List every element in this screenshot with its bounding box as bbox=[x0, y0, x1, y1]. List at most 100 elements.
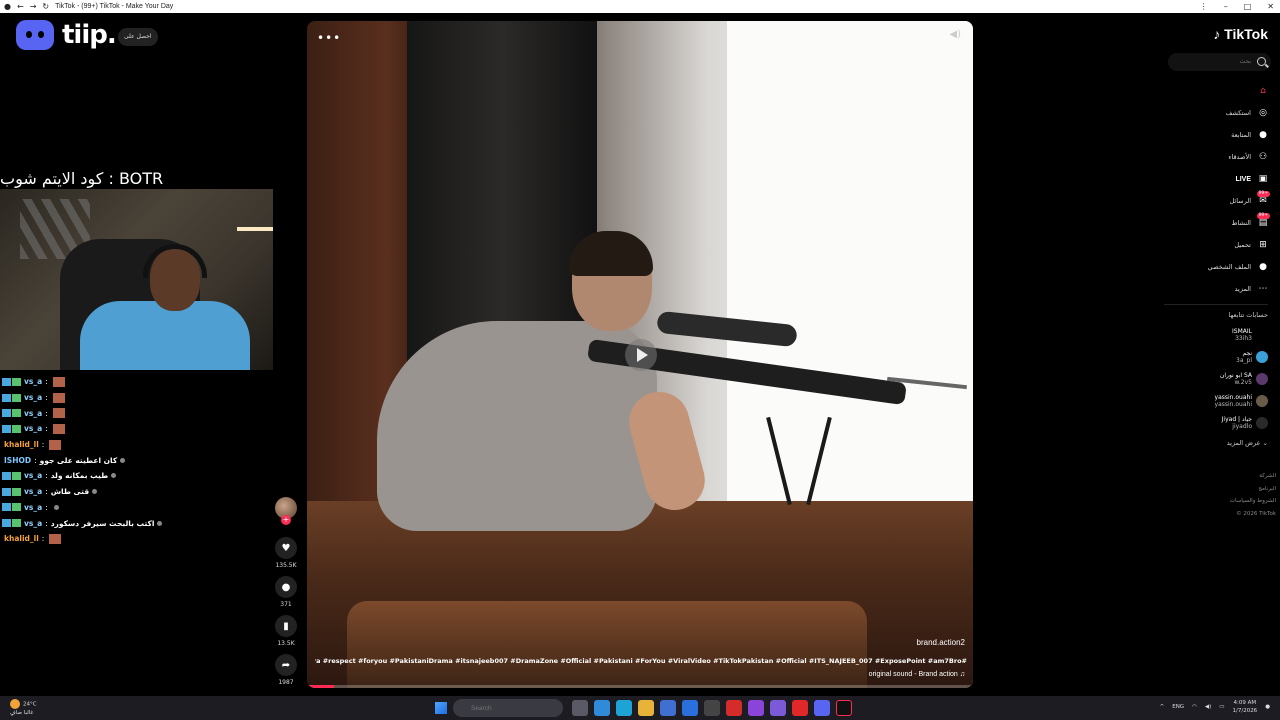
footer-link[interactable]: الشروط والسياسات bbox=[1230, 495, 1276, 508]
chat-username[interactable]: ISHOD bbox=[4, 456, 31, 465]
sidebar-item-label: النشاط bbox=[1231, 219, 1251, 227]
sidebar-item-label: المزيد bbox=[1234, 285, 1251, 293]
sidebar-item-compass[interactable]: استكشف ◎ bbox=[1158, 102, 1268, 124]
video-progress-bar[interactable] bbox=[307, 685, 973, 688]
sidebar-item-activity[interactable]: النشاط ▤ 99+ bbox=[1158, 212, 1270, 234]
tiktok-icon[interactable] bbox=[836, 700, 852, 716]
video-options-icon[interactable]: ••• bbox=[317, 31, 341, 45]
sidebar-item-upload[interactable]: تحميل ⊞ bbox=[1158, 234, 1268, 256]
footer-link[interactable]: الشركة bbox=[1230, 470, 1276, 483]
youtube-icon[interactable] bbox=[792, 700, 808, 716]
save-button[interactable]: ▮ bbox=[275, 615, 297, 637]
following-name: Jiyad | جياد bbox=[1221, 416, 1252, 423]
notification-icon[interactable]: ● bbox=[1265, 704, 1270, 710]
volume-icon[interactable]: ◀) bbox=[1205, 704, 1211, 710]
app-icon[interactable] bbox=[748, 700, 764, 716]
volume-icon[interactable]: ◀) bbox=[949, 29, 961, 40]
sidebar-footer: الشركة البرنامج الشروط والسياسات © 2026 Tik… bbox=[1230, 470, 1276, 520]
weather-widget[interactable]: 24°C غالبا صافٍ bbox=[10, 699, 37, 717]
chat-username[interactable]: vs_a bbox=[24, 377, 42, 386]
chat-username[interactable]: vs_a bbox=[24, 393, 42, 402]
chat-emote-icon bbox=[52, 408, 65, 419]
sidebar-item-friends[interactable]: الأصدقاء ⚇ bbox=[1158, 146, 1268, 168]
wifi-icon[interactable]: ◠ bbox=[1192, 704, 1197, 710]
app-icon[interactable] bbox=[726, 700, 742, 716]
chat-badge-icon bbox=[2, 519, 11, 528]
chevron-up-icon[interactable]: ^ bbox=[1160, 704, 1165, 710]
following-name: yassin.ouahi bbox=[1214, 394, 1252, 401]
chat-username[interactable]: vs_a bbox=[24, 519, 42, 528]
minimize-icon[interactable]: – bbox=[1224, 0, 1228, 13]
taskbar-apps bbox=[572, 700, 852, 716]
following-account[interactable]: yassin.ouahi yassin.ouahi bbox=[1158, 390, 1268, 412]
sidebar-item-profile[interactable]: الملف الشخصي ● bbox=[1158, 256, 1268, 278]
following-account[interactable]: ISMAIL 33ih3 bbox=[1158, 324, 1268, 346]
chat-username[interactable]: vs_a bbox=[24, 409, 42, 418]
share-button[interactable]: ➦ bbox=[275, 654, 297, 676]
chat-username[interactable]: vs_a bbox=[24, 503, 42, 512]
sidebar-item-home[interactable]: ⌂ bbox=[1158, 80, 1268, 102]
following-name: ابو نوران SA bbox=[1219, 372, 1252, 379]
following-account[interactable]: نجم 3a_pl bbox=[1158, 346, 1268, 368]
play-icon[interactable] bbox=[625, 339, 657, 371]
footer-link[interactable]: البرنامج bbox=[1230, 483, 1276, 496]
video-player[interactable]: ••• ◀) brand.action2 #edit #aura #respec… bbox=[307, 21, 973, 688]
copilot-icon[interactable] bbox=[594, 700, 610, 716]
chat-username[interactable]: vs_a bbox=[24, 487, 42, 496]
tiktok-logo[interactable]: ♪ TikTok bbox=[1213, 26, 1268, 42]
forward-icon[interactable]: → bbox=[30, 0, 37, 13]
mail-icon[interactable] bbox=[682, 700, 698, 716]
sidebar-item-label: الأصدقاء bbox=[1228, 153, 1251, 161]
sidebar-item-messages[interactable]: الرسائل ✉ 99+ bbox=[1158, 190, 1270, 212]
sidebar-item-more[interactable]: المزيد ⋯ bbox=[1158, 278, 1268, 300]
chat-username[interactable]: khalid_ll bbox=[4, 440, 39, 449]
chat-message: vs_a: bbox=[0, 390, 260, 406]
following-account[interactable]: ابو نوران SA w.2v5 bbox=[1158, 368, 1268, 390]
app-icon[interactable] bbox=[704, 700, 720, 716]
store-icon[interactable] bbox=[660, 700, 676, 716]
sidebar-item-live[interactable]: LIVE ▣ bbox=[1158, 168, 1268, 190]
chat-separator: : bbox=[41, 534, 45, 544]
close-icon[interactable]: ✕ bbox=[1267, 0, 1274, 13]
chat-username[interactable]: vs_a bbox=[24, 471, 42, 480]
chat-badge-icon bbox=[12, 424, 21, 433]
maximize-icon[interactable]: □ bbox=[1244, 0, 1252, 13]
like-button[interactable]: ♥ bbox=[275, 537, 297, 559]
heart-icon: ♥ bbox=[281, 542, 291, 554]
chat-separator: : bbox=[45, 393, 48, 403]
chat-username[interactable]: vs_a bbox=[24, 424, 42, 433]
taskbar-search-input[interactable] bbox=[453, 699, 563, 717]
back-icon[interactable]: ← bbox=[17, 0, 24, 13]
follow-plus-icon[interactable]: + bbox=[281, 515, 291, 525]
see-more-button[interactable]: عرض المزيد ⌄ bbox=[1227, 439, 1268, 447]
file-explorer-icon[interactable] bbox=[638, 700, 654, 716]
chat-message: khalid_ll: bbox=[0, 531, 260, 547]
chat-text: طيب بمكانه ولد bbox=[50, 471, 109, 481]
search-input[interactable] bbox=[1168, 53, 1271, 71]
following-name: نجم bbox=[1242, 350, 1252, 357]
windows-start-icon[interactable] bbox=[435, 702, 447, 714]
menu-icon[interactable]: ⋮ bbox=[1200, 0, 1208, 13]
chevron-down-icon: ⌄ bbox=[1262, 439, 1268, 447]
clock-time: 4:09 AM bbox=[1233, 700, 1257, 706]
following-account[interactable]: Jiyad | جياد jiyadlo bbox=[1158, 412, 1268, 434]
video-caption[interactable]: #edit #aura #respect #foryou #PakistaniD… bbox=[315, 657, 967, 665]
creator-avatar[interactable]: + bbox=[275, 497, 297, 525]
comment-button[interactable]: ● bbox=[275, 576, 297, 598]
reload-icon[interactable]: ↻ bbox=[42, 0, 49, 13]
chat-username[interactable]: khalid_ll bbox=[4, 534, 39, 543]
language-indicator[interactable]: ENG bbox=[1172, 704, 1184, 710]
video-sound[interactable]: original sound - Brand action ♫ bbox=[869, 671, 965, 678]
task-view-icon[interactable] bbox=[572, 700, 588, 716]
weather-desc: غالبا صافٍ bbox=[10, 710, 34, 716]
chat-separator: : bbox=[45, 502, 48, 512]
sidebar-item-following-avatar[interactable]: المتابعة ● bbox=[1158, 124, 1268, 146]
edge-icon[interactable] bbox=[616, 700, 632, 716]
clock[interactable]: 4:09 AM 1/7/2026 bbox=[1232, 699, 1257, 715]
discord-icon[interactable] bbox=[814, 700, 830, 716]
sidebar-item-label: الملف الشخصي bbox=[1207, 263, 1251, 271]
search-icon[interactable] bbox=[1257, 57, 1266, 66]
tiktok-logo-text: TikTok bbox=[1224, 26, 1268, 42]
battery-icon[interactable]: ▭ bbox=[1219, 704, 1224, 710]
app-icon[interactable] bbox=[770, 700, 786, 716]
